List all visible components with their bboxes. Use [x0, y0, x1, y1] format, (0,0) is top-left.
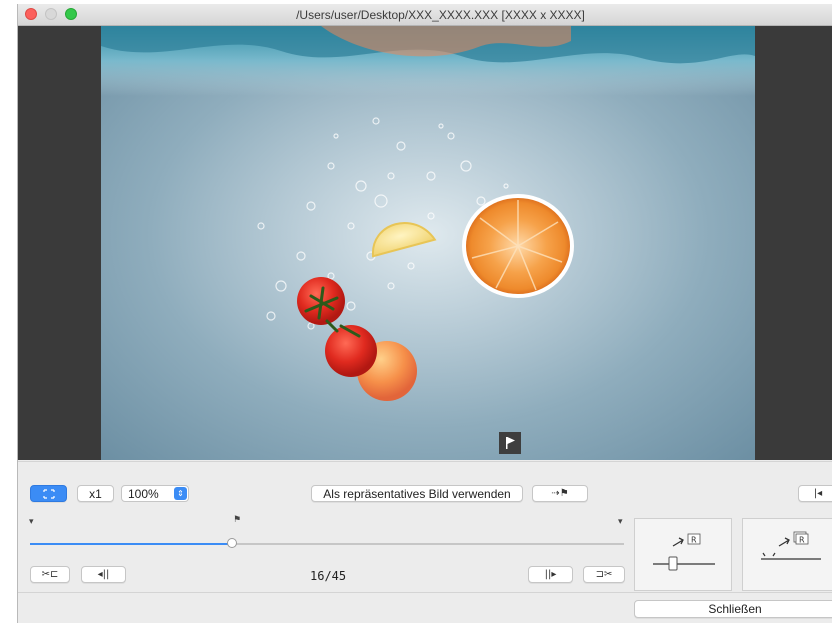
flag-position-icon: ⚑ [233, 515, 242, 525]
save-single-frame-icon: R [653, 533, 715, 571]
flag-icon [506, 437, 515, 449]
step-forward-icon: ||▸ [544, 569, 557, 580]
go-first-button[interactable]: |◂ [798, 485, 832, 502]
zoom-actual-size-button[interactable]: x1 [77, 485, 114, 502]
frame-counter: 16/45 [310, 569, 347, 583]
save-single-frame-panel[interactable]: R [634, 518, 732, 591]
footer-divider [18, 592, 832, 593]
title-bar: /Users/user/Desktop/XXX_XXXX.XXX [XXXX x… [18, 4, 832, 26]
preview-image [101, 26, 755, 460]
cut-end-button[interactable]: ⊐✂ [583, 566, 625, 583]
go-first-icon: |◂ [813, 488, 823, 499]
fit-screen-icon [42, 488, 55, 499]
start-marker-icon: ▾ [29, 517, 34, 527]
viewer-window: /Users/user/Desktop/XXX_XXXX.XXX [XXXX x… [17, 4, 832, 623]
image-viewer [18, 26, 832, 460]
divider [18, 461, 832, 462]
set-representative-image-button[interactable]: Als repräsentatives Bild verwenden [311, 485, 523, 502]
close-button[interactable]: Schließen [634, 600, 832, 618]
cut-start-button[interactable]: ✂⊏ [30, 566, 70, 583]
fit-screen-button[interactable] [30, 485, 67, 502]
step-back-icon: ◂|| [97, 569, 110, 580]
preview-image-graphic [101, 26, 755, 401]
window-title: /Users/user/Desktop/XXX_XXXX.XXX [XXXX x… [296, 8, 585, 22]
set-flag-button[interactable]: ⇢⚑ [532, 485, 588, 502]
flag-marker[interactable] [499, 432, 521, 454]
timeline-progress [30, 543, 232, 545]
zoom-select[interactable]: 100% ⇕ [121, 485, 189, 502]
end-marker-icon: ▾ [618, 517, 623, 527]
cut-end-icon: ⊐✂ [595, 569, 613, 580]
set-flag-icon: ⇢⚑ [551, 488, 569, 499]
orange-slice [462, 194, 574, 298]
save-frame-range-panel[interactable]: R [742, 518, 832, 591]
step-back-button[interactable]: ◂|| [81, 566, 126, 583]
panel-letter-r: R [691, 536, 697, 545]
zoom-value: 100% [128, 487, 159, 501]
timeline-thumb[interactable] [227, 538, 237, 548]
panel-letter-r-range: R [799, 536, 805, 545]
step-forward-button[interactable]: ||▸ [528, 566, 573, 583]
save-frame-range-icon: R [761, 531, 821, 560]
cut-start-icon: ✂⊏ [41, 569, 59, 580]
stepper-icon: ⇕ [174, 487, 187, 500]
timeline-slider[interactable] [30, 543, 624, 545]
